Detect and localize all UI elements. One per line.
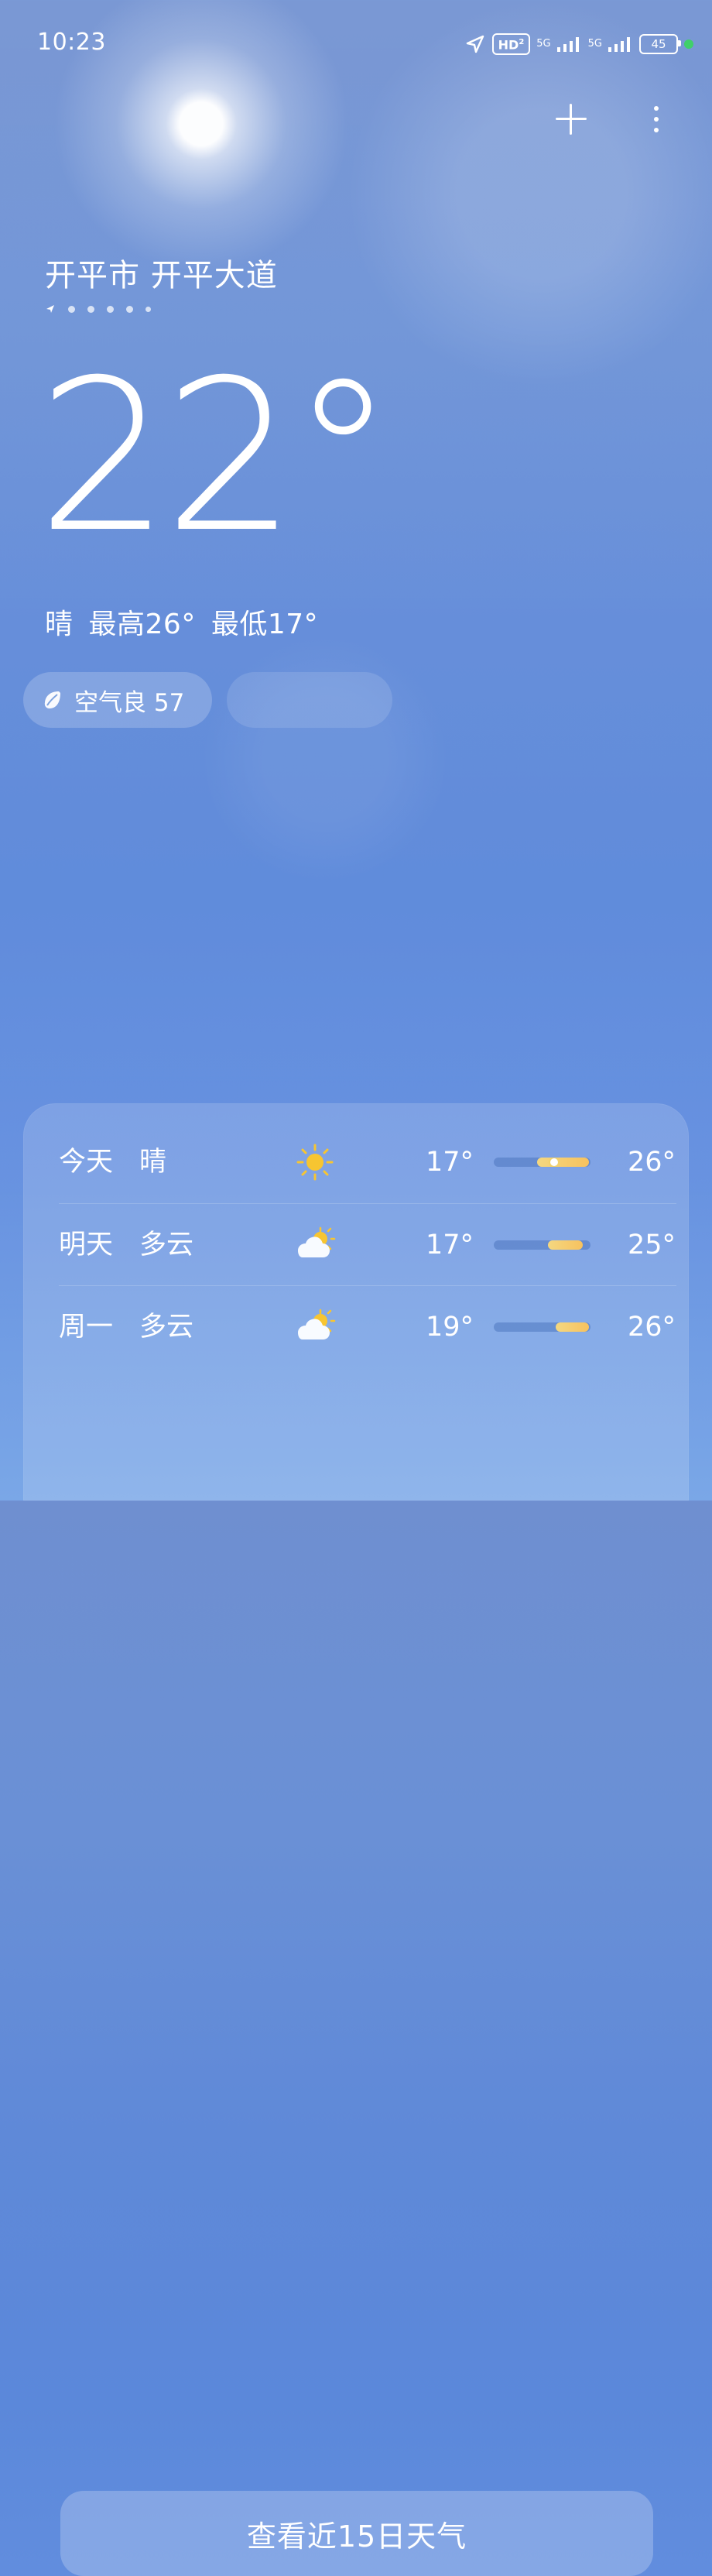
location-arrow-icon [46, 305, 54, 313]
partly-cloudy-icon [285, 1223, 345, 1267]
network-label-2: 5G [587, 38, 602, 50]
forecast-high: 26° [627, 1312, 676, 1343]
add-city-button[interactable] [553, 101, 590, 138]
blurred-chip[interactable] [227, 672, 392, 728]
forecast-day: 周一 [59, 1312, 114, 1343]
current-temp-marker [549, 1158, 558, 1166]
leaf-icon [44, 691, 60, 708]
view-15-day-button[interactable]: 查看近15日天气 [60, 2491, 653, 2576]
page-dot [87, 305, 94, 313]
current-condition: 晴 [45, 609, 74, 640]
forecast-row[interactable]: 今天 晴 17° 26° [59, 1121, 676, 1203]
hd-badge: HD2 [491, 33, 531, 55]
status-bar: 10:23 HD2 5G 5G 45 [0, 0, 712, 85]
forecast-low: 17° [425, 1147, 474, 1178]
range-fill [556, 1322, 589, 1332]
status-icons: HD2 5G 5G 45 [464, 31, 693, 57]
forecast-condition: 多云 [139, 1230, 194, 1261]
air-quality-label: 空气良 57 [74, 688, 185, 717]
forecast-high: 26° [627, 1147, 676, 1178]
plus-icon [556, 104, 587, 135]
signal-icon [556, 37, 579, 52]
page-dot [126, 305, 133, 313]
page-indicator [45, 304, 278, 314]
today-high: 最高26° [88, 609, 196, 640]
current-temperature: 22° [37, 334, 395, 578]
forecast-condition: 晴 [139, 1147, 167, 1178]
status-dot [684, 39, 693, 49]
temperature-range-bar [494, 1158, 590, 1167]
forecast-card: 今天 晴 17° 26° 明天 多云 17° 25° 周一 多云 19° 26°… [23, 1103, 689, 2576]
today-summary: 晴 最高26° 最低17° [45, 609, 318, 641]
forecast-day: 明天 [59, 1230, 114, 1261]
today-low: 最低17° [211, 609, 319, 640]
page-dot [145, 306, 151, 312]
network-label-1: 5G [536, 38, 551, 50]
forecast-row[interactable]: 明天 多云 17° 25° [59, 1203, 676, 1286]
range-fill [537, 1158, 589, 1167]
page-dot [107, 305, 114, 313]
forecast-day: 今天 [59, 1147, 114, 1178]
signal-icon-2 [608, 37, 630, 52]
sun-icon [285, 1140, 345, 1185]
forecast-low: 17° [425, 1230, 474, 1261]
page-dot [68, 305, 75, 313]
more-button[interactable] [638, 101, 675, 138]
navigation-arrow-icon [466, 35, 484, 53]
location-name: 开平市 开平大道 [45, 258, 278, 293]
air-quality-chip[interactable]: 空气良 57 [23, 672, 212, 728]
battery-icon: 45 [639, 34, 681, 54]
location-block: 开平市 开平大道 [45, 257, 278, 314]
forecast-condition: 多云 [139, 1312, 194, 1343]
forecast-high: 25° [627, 1230, 676, 1261]
forecast-row[interactable]: 周一 多云 19° 26° [59, 1285, 676, 1368]
partly-cloudy-icon [285, 1305, 345, 1350]
forecast-low: 19° [425, 1312, 474, 1343]
status-time: 10:23 [37, 29, 106, 56]
more-icon [654, 106, 659, 132]
top-actions [553, 101, 675, 138]
range-fill [548, 1240, 583, 1250]
temperature-range-bar [494, 1240, 590, 1250]
temperature-range-bar [494, 1322, 590, 1332]
